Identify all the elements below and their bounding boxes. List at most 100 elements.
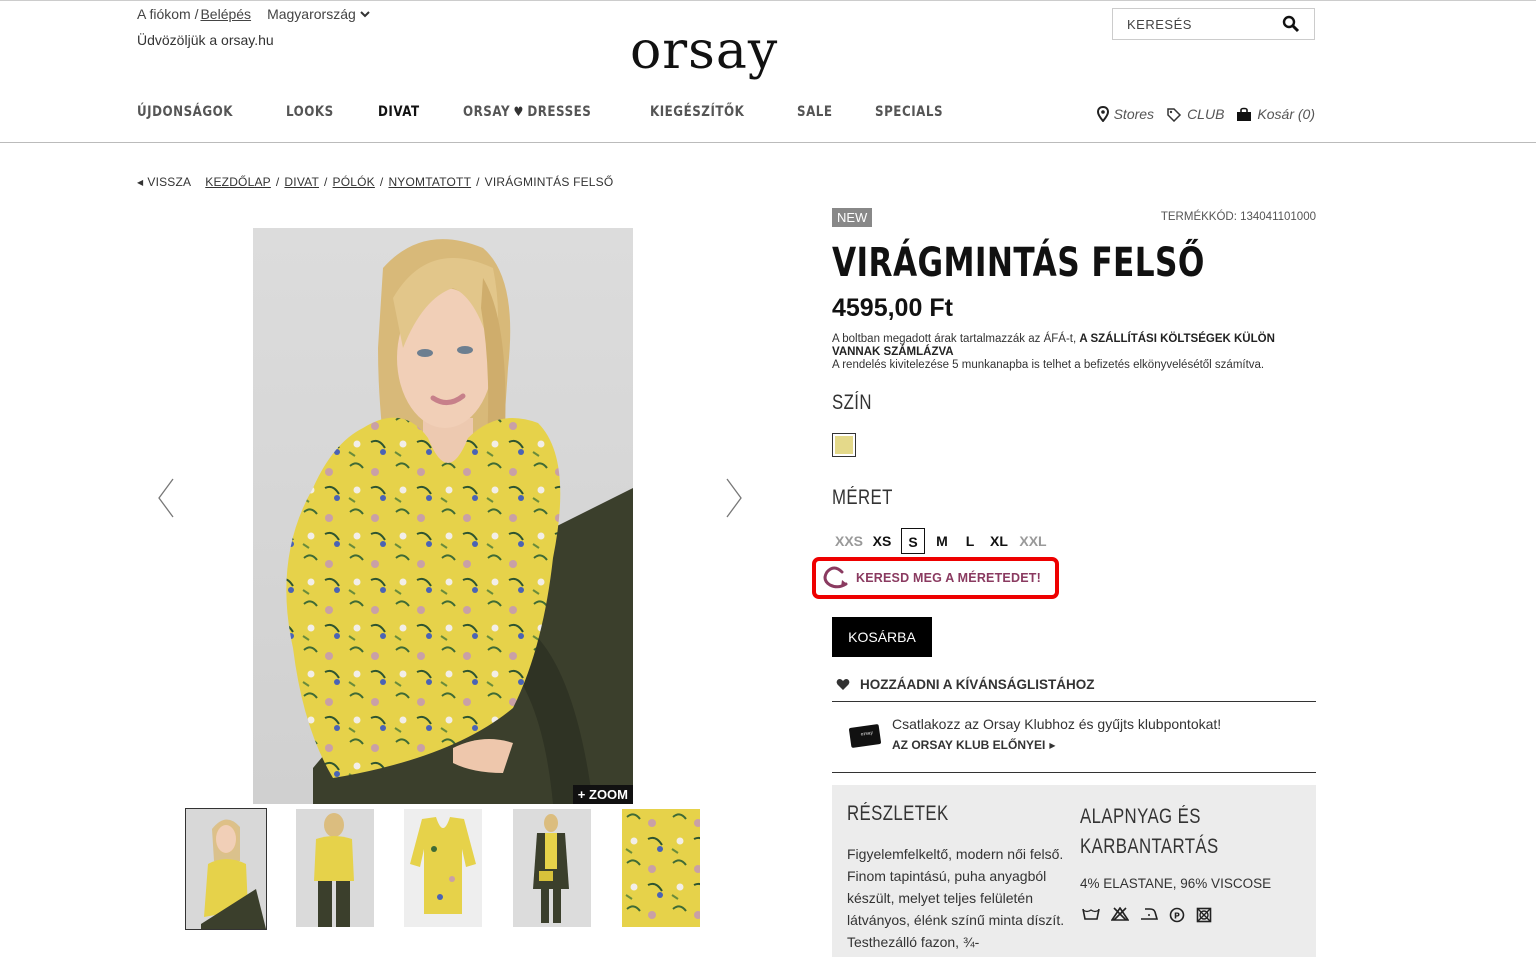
nav-ujdonsagok[interactable]: ÚJDONSÁGOK xyxy=(137,104,233,120)
heart-icon xyxy=(836,679,850,690)
size-selector: XXS XS S M L XL XXL xyxy=(832,528,1053,554)
gallery-prev-arrow[interactable] xyxy=(157,478,175,518)
orsay-logo[interactable]: orsay xyxy=(628,28,828,92)
club-promo: orsay Csatlakozz az Orsay Klubhoz és gyű… xyxy=(848,716,1221,752)
caret-left-icon: ◀ xyxy=(137,177,144,187)
details-panel: RÉSZLETEK Figyelemfelkeltő, modern női f… xyxy=(832,785,1316,957)
care-icons: P xyxy=(1082,907,1223,923)
nav-kiegeszitok[interactable]: KIEGÉSZÍTŐK xyxy=(650,104,744,120)
no-bleach-icon xyxy=(1111,907,1129,921)
shopping-bag-icon xyxy=(1237,107,1252,121)
size-xs[interactable]: XS xyxy=(868,528,896,554)
location-pin-icon xyxy=(1096,106,1109,122)
caret-right-icon: ▶ xyxy=(1049,740,1056,750)
main-nav: ÚJDONSÁGOK LOOKS DIVAT ORSAY ♥ DRESSES K… xyxy=(137,104,997,120)
details-title: RÉSZLETEK xyxy=(847,802,949,825)
divider xyxy=(832,701,1316,702)
nav-divat[interactable]: DIVAT xyxy=(378,104,420,120)
country-label: Magyarország xyxy=(267,6,356,22)
account-bar: A fiókom / Belépés Magyarország xyxy=(137,6,370,22)
size-label: MÉRET xyxy=(832,486,893,509)
hanger-hook-icon xyxy=(823,566,848,589)
heart-icon: ♥ xyxy=(513,104,525,120)
breadcrumb-separator: / xyxy=(379,175,384,189)
breadcrumb-divat[interactable]: DIVAT xyxy=(284,175,319,189)
breadcrumb: ◀ VISSZA KEZDŐLAP / DIVAT / PÓLÓK / NYOM… xyxy=(137,175,613,189)
nav-dresses-right: DRESSES xyxy=(527,104,592,120)
no-tumble-dry-icon xyxy=(1196,907,1212,923)
search-input[interactable] xyxy=(1127,16,1277,32)
search-icon[interactable] xyxy=(1282,15,1300,33)
size-m[interactable]: M xyxy=(929,528,955,554)
color-swatch-yellow[interactable] xyxy=(832,433,856,457)
svg-text:P: P xyxy=(1174,912,1180,921)
chevron-down-icon xyxy=(360,11,370,18)
product-main-image[interactable]: + ZOOM xyxy=(253,228,633,804)
nav-specials[interactable]: SPECIALS xyxy=(875,104,943,120)
details-text: Figyelemfelkeltő, modern női felső. Fino… xyxy=(847,846,1065,950)
material-text: 4% ELASTANE, 96% VISCOSE xyxy=(1080,876,1272,891)
club-text: Csatlakozz az Orsay Klubhoz és gyűjts kl… xyxy=(892,716,1222,732)
wash-icon xyxy=(1082,908,1100,920)
thumbnail-5[interactable] xyxy=(622,809,700,927)
model-photo xyxy=(253,228,633,804)
country-selector[interactable]: Magyarország xyxy=(267,6,370,22)
nav-looks[interactable]: LOOKS xyxy=(286,104,334,120)
product-code: TERMÉKKÓD: 134041101000 xyxy=(1160,211,1316,223)
svg-text:orsay: orsay xyxy=(630,28,778,81)
club-card-icon: orsay xyxy=(849,724,881,748)
breadcrumb-home[interactable]: KEZDŐLAP xyxy=(205,175,271,189)
breadcrumb-polok[interactable]: PÓLÓK xyxy=(333,175,375,189)
dry-clean-icon: P xyxy=(1169,907,1185,923)
size-finder-label: KERESD MEG A MÉRETEDET! xyxy=(856,571,1041,585)
wishlist-link[interactable]: HOZZÁADNI A KÍVÁNSÁGLISTÁHOZ xyxy=(836,677,1095,692)
breadcrumb-separator: / xyxy=(275,175,280,189)
divider xyxy=(832,772,1316,773)
material-title: ALAPNYAG ÉS KARBANTARTÁS xyxy=(1080,805,1219,858)
stores-label: Stores xyxy=(1113,106,1155,122)
color-label: SZÍN xyxy=(832,391,872,414)
back-link[interactable]: ◀ VISSZA xyxy=(137,175,191,189)
product-title: VIRÁGMINTÁS FELSŐ xyxy=(832,240,1205,286)
size-s[interactable]: S xyxy=(901,528,925,554)
top-border xyxy=(0,0,1536,1)
add-to-cart-button[interactable]: KOSÁRBA xyxy=(832,617,932,657)
size-finder-link[interactable]: KERESD MEG A MÉRETEDET! xyxy=(812,557,1059,599)
thumbnail-3[interactable] xyxy=(404,809,482,927)
size-l[interactable]: L xyxy=(957,528,983,554)
price-note: A boltban megadott árak tartalmazzák az … xyxy=(832,333,1312,372)
cart-link[interactable]: Kosár (0) xyxy=(1236,106,1315,122)
nav-dresses-left: ORSAY xyxy=(463,104,511,120)
stores-link[interactable]: Stores xyxy=(1096,106,1155,122)
breadcrumb-separator: / xyxy=(323,175,328,189)
thumbnail-1[interactable] xyxy=(185,808,267,930)
new-badge: NEW xyxy=(832,208,873,227)
club-link[interactable]: CLUB xyxy=(1166,106,1224,122)
club-benefits-label: AZ ORSAY KLUB ELŐNYEI xyxy=(892,738,1046,752)
nav-orsay-dresses[interactable]: ORSAY ♥ DRESSES xyxy=(463,104,591,120)
breadcrumb-current: VIRÁGMINTÁS FELSŐ xyxy=(484,175,614,189)
wishlist-label: HOZZÁADNI A KÍVÁNSÁGLISTÁHOZ xyxy=(860,677,1095,692)
utility-nav: Stores CLUB Kosár (0) xyxy=(1085,106,1315,122)
thumbnail-4[interactable] xyxy=(513,809,591,927)
size-xxs[interactable]: XXS xyxy=(832,528,866,554)
delivery-note: A rendelés kivitelezése 5 munkanapba is … xyxy=(832,359,1265,371)
product-price: 4595,00 Ft xyxy=(832,294,953,322)
gallery-next-arrow[interactable] xyxy=(725,478,743,518)
club-benefits-link[interactable]: AZ ORSAY KLUB ELŐNYEI ▶ xyxy=(892,738,1221,752)
size-xl[interactable]: XL xyxy=(985,528,1013,554)
nav-sale[interactable]: SALE xyxy=(797,104,833,120)
cart-label: Kosár (0) xyxy=(1257,106,1315,122)
search-box[interactable] xyxy=(1112,8,1315,40)
zoom-button[interactable]: + ZOOM xyxy=(572,785,633,804)
club-label: CLUB xyxy=(1187,106,1225,122)
account-link[interactable]: A fiókom / xyxy=(137,6,198,22)
thumbnail-2[interactable] xyxy=(296,809,374,927)
header-divider xyxy=(0,142,1536,143)
breadcrumb-separator: / xyxy=(476,175,480,189)
size-xxl[interactable]: XXL xyxy=(1015,528,1051,554)
login-link[interactable]: Belépés xyxy=(200,6,251,22)
breadcrumb-nyomtatott[interactable]: NYOMTATOTT xyxy=(388,175,471,189)
back-label: VISSZA xyxy=(147,175,192,189)
price-note-text: A boltban megadott árak tartalmazzák az … xyxy=(832,333,1080,345)
